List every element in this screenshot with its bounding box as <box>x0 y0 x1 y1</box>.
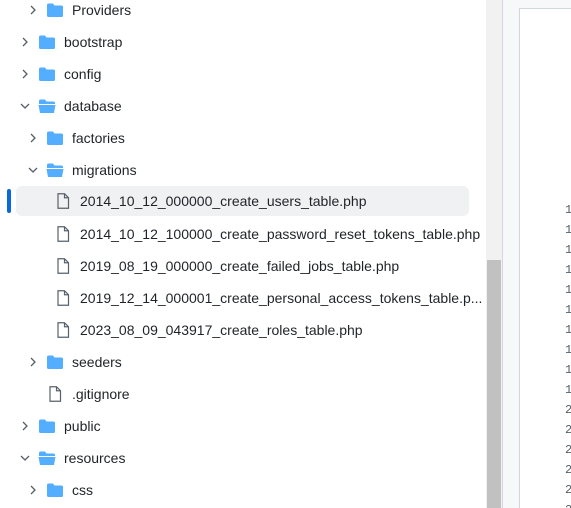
line-number: 11 <box>565 223 571 237</box>
file-icon <box>54 290 72 306</box>
tree-item-file-users-table[interactable]: 2014_10_12_000000_create_users_table.php <box>16 186 469 216</box>
tree-item-label: public <box>64 418 101 434</box>
chevron-down-icon[interactable] <box>20 453 30 463</box>
tree-item-file-roles-table[interactable]: 2023_08_09_043917_create_roles_table.php <box>16 315 469 345</box>
file-icon <box>54 258 72 274</box>
chevron-right-icon[interactable] <box>20 37 30 47</box>
chevron-right-icon[interactable] <box>20 69 30 79</box>
line-number: 21 <box>565 423 571 437</box>
file-icon <box>54 322 72 338</box>
tree-item-label: seeders <box>72 354 122 370</box>
tree-item-file-failed-jobs[interactable]: 2019_08_19_000000_create_failed_jobs_tab… <box>16 251 469 281</box>
tree-item-css[interactable]: css <box>16 475 469 505</box>
selected-indicator <box>7 189 11 213</box>
tree-item-label: .gitignore <box>72 386 130 402</box>
chevron-right-icon[interactable] <box>28 357 38 367</box>
tree-item-label: config <box>64 66 102 82</box>
tree-item-file-password-reset-tokens[interactable]: 2014_10_12_100000_create_password_reset_… <box>16 219 480 249</box>
folder-open-icon <box>38 98 56 114</box>
file-icon <box>46 386 64 402</box>
line-number: 15 <box>565 303 571 317</box>
file-icon <box>54 193 72 209</box>
folder-icon <box>38 34 56 50</box>
tree-item-file-gitignore[interactable]: .gitignore <box>16 379 469 409</box>
line-number: 24 <box>565 483 571 497</box>
code-view-pane: 1234567891011121314151617181920212223242… <box>502 0 571 508</box>
tree-item-public[interactable]: public <box>8 411 469 441</box>
file-icon <box>54 226 72 242</box>
folder-icon <box>46 2 64 18</box>
folder-icon <box>46 354 64 370</box>
folder-icon <box>46 482 64 498</box>
tree-item-label: 2019_12_14_000001_create_personal_access… <box>80 290 483 306</box>
chevron-right-icon[interactable] <box>28 133 38 143</box>
file-tree: Providers bootstrap config database fact… <box>0 0 486 508</box>
chevron-right-icon[interactable] <box>20 421 30 431</box>
line-number: 10 <box>565 203 571 217</box>
tree-item-label: css <box>72 482 93 498</box>
tree-item-config[interactable]: config <box>8 59 469 89</box>
tree-item-database[interactable]: database <box>8 91 469 121</box>
tree-item-label: 2019_08_19_000000_create_failed_jobs_tab… <box>80 258 400 274</box>
folder-open-icon <box>38 450 56 466</box>
folder-icon <box>38 418 56 434</box>
chevron-down-icon[interactable] <box>28 165 38 175</box>
line-number: 17 <box>565 343 571 357</box>
tree-item-label: resources <box>64 450 126 466</box>
tree-item-file-personal-access-tokens[interactable]: 2019_12_14_000001_create_personal_access… <box>16 283 482 313</box>
line-number: 16 <box>565 323 571 337</box>
tree-item-label: 2023_08_09_043917_create_roles_table.php <box>80 322 363 338</box>
folder-open-icon <box>46 162 64 178</box>
tree-item-label: database <box>64 98 122 114</box>
folder-icon <box>46 130 64 146</box>
line-number: 22 <box>565 443 571 457</box>
line-number: 18 <box>565 363 571 377</box>
tree-item-label: 2014_10_12_100000_create_password_reset_… <box>80 226 481 242</box>
line-number: 23 <box>565 463 571 477</box>
tree-item-bootstrap[interactable]: bootstrap <box>8 27 469 57</box>
tree-item-label: migrations <box>72 162 137 178</box>
line-number: 25 <box>565 503 571 508</box>
tree-item-resources[interactable]: resources <box>8 443 469 473</box>
code-gutter: 1234567891011121314151617181920212223242… <box>519 8 571 508</box>
tree-item-seeders[interactable]: seeders <box>16 347 469 377</box>
tree-item-label: bootstrap <box>64 34 123 50</box>
line-number: 19 <box>565 383 571 397</box>
tree-item-label: Providers <box>72 2 132 18</box>
chevron-down-icon[interactable] <box>20 101 30 111</box>
tree-item-label: 2014_10_12_000000_create_users_table.php <box>80 193 367 209</box>
tree-item-migrations[interactable]: migrations <box>16 155 469 185</box>
scrollbar-thumb[interactable] <box>487 260 501 508</box>
line-number: 20 <box>565 403 571 417</box>
tree-item-factories[interactable]: factories <box>16 123 469 153</box>
line-number: 13 <box>565 263 571 277</box>
line-number: 12 <box>565 243 571 257</box>
folder-icon <box>38 66 56 82</box>
chevron-right-icon[interactable] <box>28 485 38 495</box>
chevron-right-icon[interactable] <box>28 5 38 15</box>
tree-item-providers[interactable]: Providers <box>16 0 469 25</box>
tree-item-label: factories <box>72 130 125 146</box>
line-number: 14 <box>565 283 571 297</box>
